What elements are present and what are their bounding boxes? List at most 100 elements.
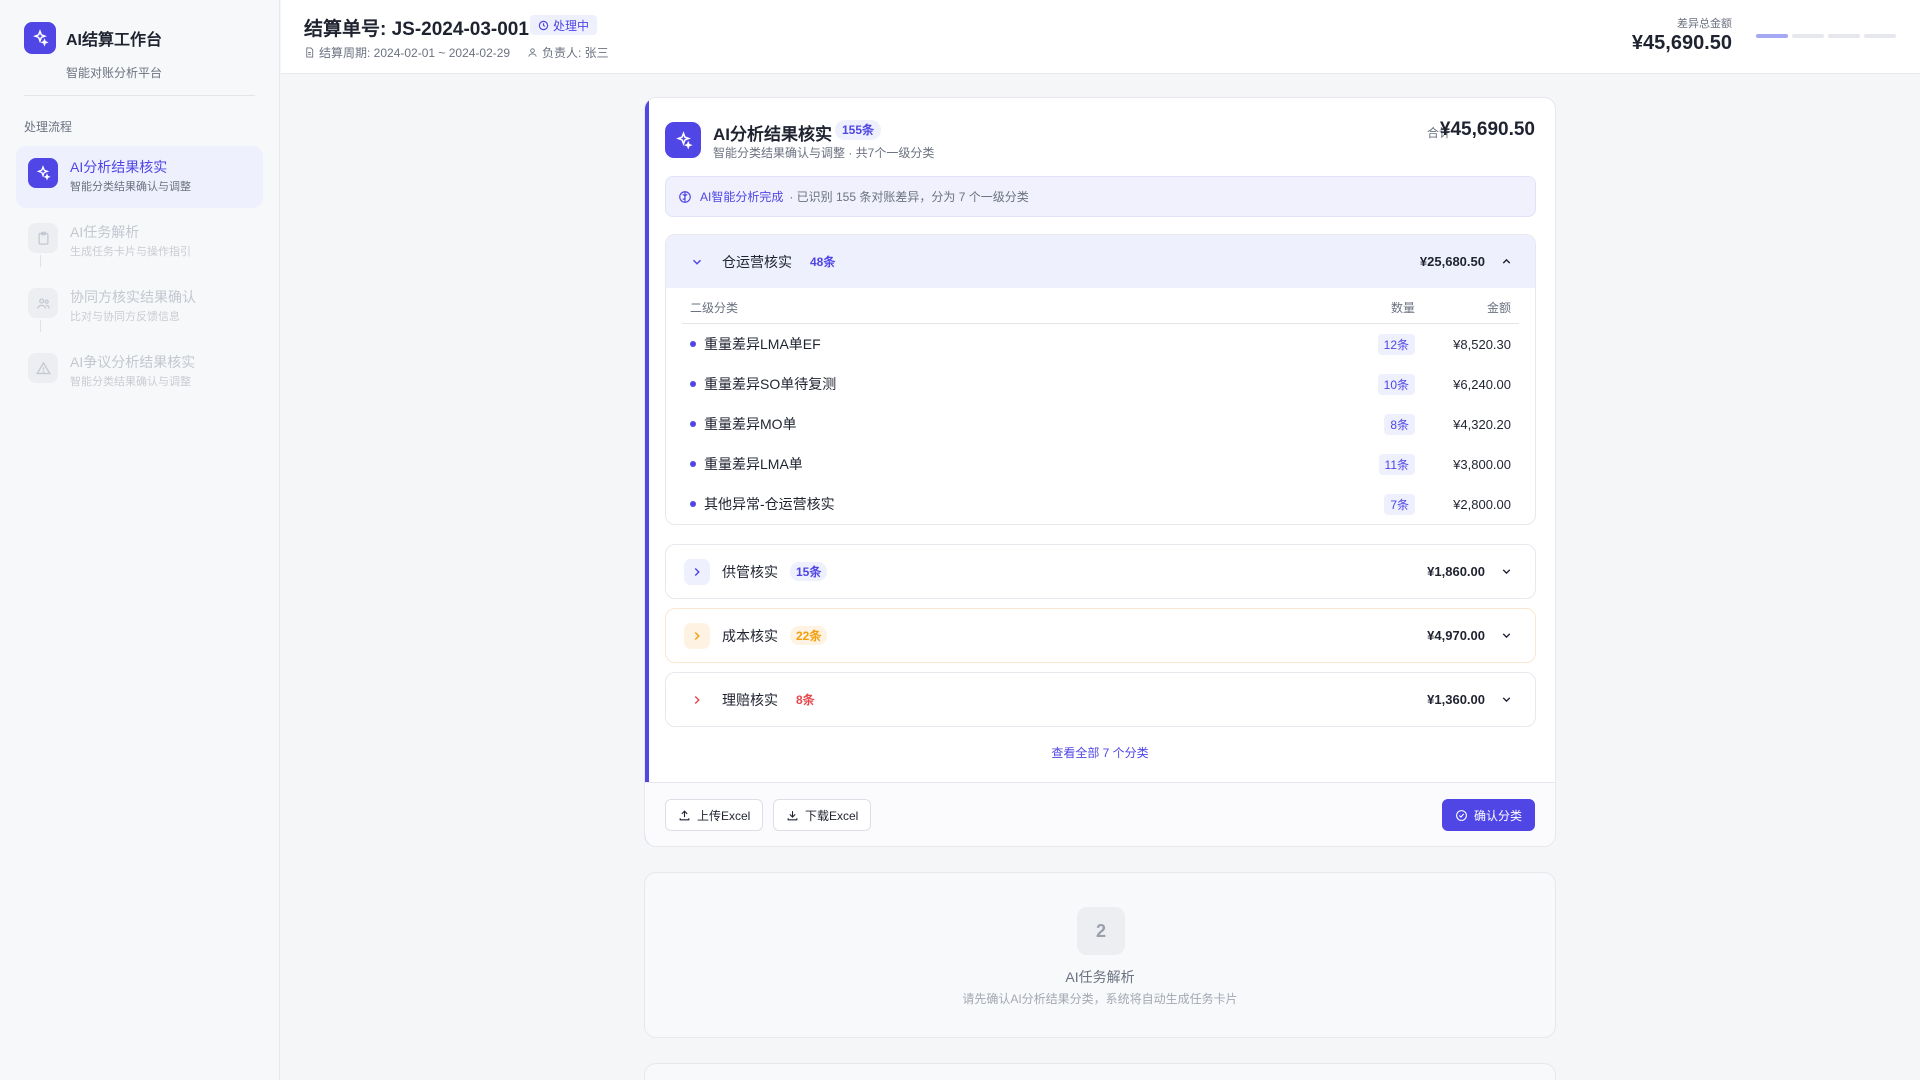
category-name: 理赔核实: [722, 691, 778, 708]
table-row[interactable]: 重量差异SO单待复测 10条 ¥6,240.00: [682, 364, 1519, 404]
check-circle-icon: [1456, 809, 1467, 821]
upload-icon: [679, 809, 690, 820]
category-name: 仓运营核实: [722, 253, 792, 270]
category-group: 理赔核实 8条 ¥1,360.00: [665, 672, 1536, 727]
chevron-right-icon: [684, 558, 710, 585]
bullet-dot: [690, 381, 696, 387]
sparkle-logo-icon: [24, 22, 56, 54]
row-name: 重量差异MO单: [704, 416, 797, 432]
chevron-right-icon: [684, 687, 710, 713]
status-badge: 处理中: [530, 15, 598, 35]
row-name: 重量差异LMA单EF: [704, 336, 821, 352]
category-count: 15条: [790, 562, 828, 581]
category-header[interactable]: 仓运营核实 48条 ¥25,680.50: [666, 235, 1535, 288]
brand-title: AI结算工作台: [66, 32, 163, 49]
chevron-down-icon[interactable]: [1499, 629, 1513, 643]
sidebar-step-task-parse[interactable]: AI任务解析 生成任务卡片与操作指引: [16, 211, 263, 273]
row-qty: 8条: [1384, 413, 1415, 435]
row-qty: 12条: [1377, 333, 1415, 355]
sum-value: ¥45,690.50: [1439, 119, 1535, 140]
card-subtitle: 智能分类结果确认与调整 · 共7个一级分类: [713, 146, 935, 160]
confirm-label: 确认分类: [1473, 808, 1522, 823]
row-qty: 10条: [1377, 373, 1415, 395]
sidebar-step-dispute-analysis[interactable]: AI争议分析结果核实 智能分类结果确认与调整: [16, 341, 263, 403]
table-row[interactable]: 重量差异LMA单EF 12条 ¥8,520.30: [682, 324, 1519, 364]
next-step-desc: 请先确认AI分析结果分类，系统将自动生成任务卡片: [962, 992, 1238, 1006]
row-name: 重量差异LMA单: [704, 456, 803, 472]
row-qty: 7条: [1384, 493, 1415, 515]
bullet-dot: [690, 421, 696, 427]
ai-complete-banner: AI智能分析完成 · 已识别 155 条对账差异，分为 7 个一级分类: [665, 176, 1536, 217]
subcategory-table: 二级分类 数量 金额 重量差异LMA单EF 12条 ¥8,520.30 重量差异…: [666, 288, 1535, 524]
confirm-category-button[interactable]: 确认分类: [1441, 799, 1535, 831]
category-header[interactable]: 成本核实 22条 ¥4,970.00: [666, 609, 1535, 662]
category-name: 成本核实: [722, 627, 778, 644]
bullet-dot: [690, 341, 696, 347]
category-group: 仓运营核实 48条 ¥25,680.50 二级分类 数量 金额 重量差异LMA单…: [665, 234, 1536, 525]
brand-subtitle: 智能对账分析平台: [66, 66, 163, 80]
total-label: 差异总金额: [1677, 18, 1732, 30]
table-row[interactable]: 其他异常-仓运营核实 7条 ¥2,800.00: [682, 484, 1519, 524]
row-amount: ¥2,800.00: [1453, 496, 1511, 512]
card-title: AI分析结果核实: [713, 125, 832, 144]
step-desc: 生成任务卡片与操作指引: [70, 246, 191, 258]
upload-excel-button[interactable]: 上传Excel: [665, 799, 764, 831]
category-count: 8条: [796, 693, 815, 707]
progress-segment: [1792, 34, 1824, 38]
sidebar: AI结算工作台 智能对账分析平台 处理流程 AI分析结果核实 智能分类结果确认与…: [0, 0, 280, 1080]
step-connector: [40, 320, 41, 332]
owner-text: 负责人: 张三: [542, 46, 609, 60]
category-name: 供管核实: [722, 563, 778, 580]
step-desc: 比对与协同方反馈信息: [70, 311, 180, 323]
period-text: 结算周期: 2024-02-01 ~ 2024-02-29: [319, 46, 511, 60]
period-meta: 结算周期: 2024-02-01 ~ 2024-02-29: [304, 44, 510, 61]
download-excel-button[interactable]: 下载Excel: [773, 799, 872, 831]
table-row[interactable]: 重量差异MO单 8条 ¥4,320.20: [682, 404, 1519, 444]
category-amount: ¥4,970.00: [1427, 628, 1485, 643]
warning-icon: [28, 353, 58, 383]
card-accent: [645, 98, 649, 846]
progress-segment: [1828, 34, 1860, 38]
document-icon: [306, 47, 314, 58]
next-step-card: 2 AI任务解析 请先确认AI分析结果分类，系统将自动生成任务卡片: [644, 872, 1556, 1038]
chevron-up-icon[interactable]: [1499, 255, 1513, 269]
brand: AI结算工作台: [24, 22, 162, 54]
top-header: 结算单号: JS-2024-03-001 处理中 结算周期: 2024-02-0…: [281, 0, 1920, 74]
progress-segment: [1756, 34, 1788, 38]
category-header[interactable]: 供管核实 15条 ¥1,860.00: [666, 545, 1535, 598]
order-title: 结算单号: JS-2024-03-001: [304, 19, 529, 40]
chevron-down-icon[interactable]: [1499, 565, 1513, 579]
sparkle-icon: [28, 158, 58, 188]
step-connector: [40, 255, 41, 267]
row-amount: ¥4,320.20: [1453, 416, 1511, 432]
chevron-down-icon: [684, 249, 710, 275]
bullet-dot: [690, 501, 696, 507]
sparkle-icon: [665, 122, 701, 158]
step-desc: 智能分类结果确认与调整: [70, 181, 191, 193]
user-icon: [528, 48, 537, 57]
row-name: 重量差异SO单待复测: [704, 376, 837, 392]
category-header[interactable]: 理赔核实 8条 ¥1,360.00: [666, 673, 1535, 726]
step-title: AI分析结果核实: [70, 159, 168, 175]
table-row[interactable]: 重量差异LMA单 11条 ¥3,800.00: [682, 444, 1519, 484]
bullet-dot: [690, 461, 696, 467]
chevron-right-icon: [684, 622, 710, 649]
brain-icon: [679, 190, 691, 203]
status-text: 处理中: [553, 18, 590, 33]
sidebar-step-ai-analysis[interactable]: AI分析结果核实 智能分类结果确认与调整: [16, 146, 263, 208]
next-step-title: AI任务解析: [1065, 969, 1135, 985]
upload-label: 上传Excel: [697, 808, 751, 823]
category-group: 供管核实 15条 ¥1,860.00: [665, 544, 1536, 599]
view-all-link[interactable]: 查看全部 7 个分类: [645, 744, 1555, 761]
card-footer: 上传Excel 下载Excel 确认分类: [645, 782, 1555, 846]
users-icon: [28, 288, 58, 318]
sidebar-step-partner-confirm[interactable]: 协同方核实结果确认 比对与协同方反馈信息: [16, 276, 263, 338]
step-desc: 智能分类结果确认与调整: [70, 376, 191, 388]
banner-highlight: AI智能分析完成: [700, 190, 784, 204]
chevron-down-icon[interactable]: [1499, 693, 1513, 707]
section-label: 处理流程: [24, 120, 73, 134]
category-amount: ¥25,680.50: [1419, 254, 1485, 269]
download-label: 下载Excel: [805, 808, 859, 823]
category-group: 成本核实 22条 ¥4,970.00: [665, 608, 1536, 663]
row-amount: ¥6,240.00: [1453, 376, 1511, 392]
